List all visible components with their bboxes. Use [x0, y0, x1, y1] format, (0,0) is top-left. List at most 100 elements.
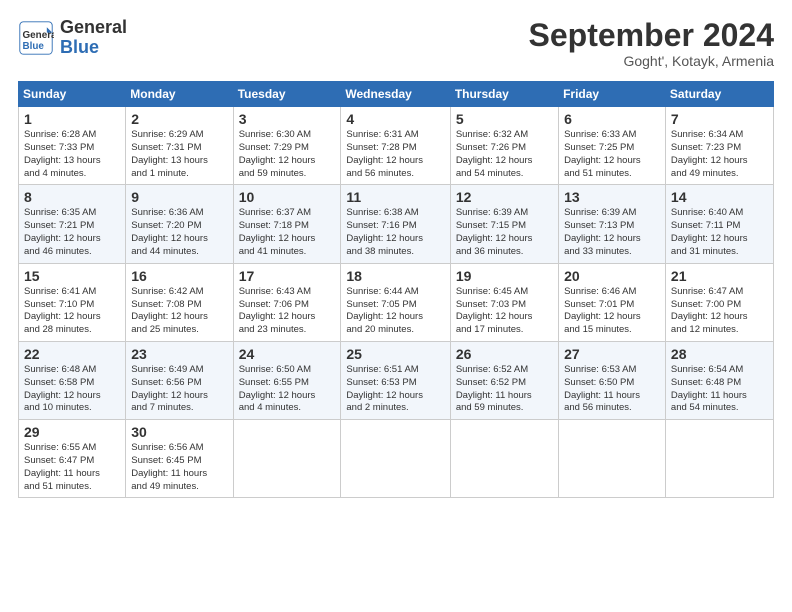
day-info: Sunrise: 6:36 AM Sunset: 7:20 PM Dayligh… — [131, 207, 208, 256]
calendar-cell — [665, 420, 773, 498]
calendar-cell: 19Sunrise: 6:45 AM Sunset: 7:03 PM Dayli… — [450, 263, 558, 341]
calendar-cell: 6 Sunrise: 6:33 AM Sunset: 7:25 PM Daylig… — [559, 107, 666, 185]
logo: General Blue General Blue — [18, 18, 127, 58]
logo-icon: General Blue — [18, 20, 54, 56]
day-info: Sunrise: 6:48 AM Sunset: 6:58 PM Dayligh… — [24, 364, 101, 413]
day-number: 7 — [671, 111, 768, 127]
day-number: 10 — [239, 189, 336, 205]
calendar-body: 1 Sunrise: 6:28 AM Sunset: 7:33 PM Daylig… — [19, 107, 774, 498]
location-subtitle: Goght', Kotayk, Armenia — [529, 53, 774, 69]
day-number: 24 — [239, 346, 336, 362]
page: General Blue General Blue September 2024… — [0, 0, 792, 612]
calendar-cell: 11Sunrise: 6:38 AM Sunset: 7:16 PM Dayli… — [341, 185, 450, 263]
day-info: Sunrise: 6:29 AM Sunset: 7:31 PM Dayligh… — [131, 129, 208, 178]
day-number: 17 — [239, 268, 336, 284]
calendar-cell: 3 Sunrise: 6:30 AM Sunset: 7:29 PM Daylig… — [233, 107, 341, 185]
calendar-week-row: 15Sunrise: 6:41 AM Sunset: 7:10 PM Dayli… — [19, 263, 774, 341]
calendar-week-row: 8Sunrise: 6:35 AM Sunset: 7:21 PM Daylig… — [19, 185, 774, 263]
calendar-cell: 1 Sunrise: 6:28 AM Sunset: 7:33 PM Daylig… — [19, 107, 126, 185]
day-info: Sunrise: 6:55 AM Sunset: 6:47 PM Dayligh… — [24, 442, 100, 491]
day-info: Sunrise: 6:54 AM Sunset: 6:48 PM Dayligh… — [671, 364, 747, 413]
day-info: Sunrise: 6:32 AM Sunset: 7:26 PM Dayligh… — [456, 129, 533, 178]
logo-text: General Blue — [60, 18, 127, 58]
day-info: Sunrise: 6:31 AM Sunset: 7:28 PM Dayligh… — [346, 129, 423, 178]
month-title: September 2024 — [529, 18, 774, 53]
calendar-cell: 18 Sunrise: 6:44 AM Sunset: 7:05 PM Dayli… — [341, 263, 450, 341]
calendar-cell: 2 Sunrise: 6:29 AM Sunset: 7:31 PM Daylig… — [126, 107, 233, 185]
day-info: Sunrise: 6:33 AM Sunset: 7:25 PM Dayligh… — [564, 129, 641, 178]
day-number: 25 — [346, 346, 444, 362]
day-info: Sunrise: 6:49 AM Sunset: 6:56 PM Dayligh… — [131, 364, 208, 413]
calendar-cell: 8Sunrise: 6:35 AM Sunset: 7:21 PM Daylig… — [19, 185, 126, 263]
day-info: Sunrise: 6:43 AM Sunset: 7:06 PM Dayligh… — [239, 286, 316, 335]
day-info: Sunrise: 6:56 AM Sunset: 6:45 PM Dayligh… — [131, 442, 207, 491]
logo-general-text: General — [60, 18, 127, 38]
day-number: 14 — [671, 189, 768, 205]
calendar-cell: 29 Sunrise: 6:55 AM Sunset: 6:47 PM Dayli… — [19, 420, 126, 498]
calendar-cell: 20 Sunrise: 6:46 AM Sunset: 7:01 PM Dayli… — [559, 263, 666, 341]
day-info: Sunrise: 6:30 AM Sunset: 7:29 PM Dayligh… — [239, 129, 316, 178]
day-number: 16 — [131, 268, 227, 284]
day-info: Sunrise: 6:38 AM Sunset: 7:16 PM Dayligh… — [346, 207, 423, 256]
day-number: 27 — [564, 346, 660, 362]
column-header-row: Sunday Monday Tuesday Wednesday Thursday… — [19, 82, 774, 107]
day-number: 3 — [239, 111, 336, 127]
svg-text:Blue: Blue — [23, 41, 45, 52]
day-number: 13 — [564, 189, 660, 205]
calendar-cell: 9 Sunrise: 6:36 AM Sunset: 7:20 PM Daylig… — [126, 185, 233, 263]
day-number: 18 — [346, 268, 444, 284]
day-number: 26 — [456, 346, 553, 362]
day-info: Sunrise: 6:39 AM Sunset: 7:15 PM Dayligh… — [456, 207, 533, 256]
calendar-week-row: 1 Sunrise: 6:28 AM Sunset: 7:33 PM Daylig… — [19, 107, 774, 185]
header: General Blue General Blue September 2024… — [18, 18, 774, 69]
calendar-table: Sunday Monday Tuesday Wednesday Thursday… — [18, 81, 774, 498]
day-number: 20 — [564, 268, 660, 284]
day-number: 22 — [24, 346, 120, 362]
title-block: September 2024 Goght', Kotayk, Armenia — [529, 18, 774, 69]
col-wednesday: Wednesday — [341, 82, 450, 107]
day-number: 12 — [456, 189, 553, 205]
calendar-cell: 23 Sunrise: 6:49 AM Sunset: 6:56 PM Dayli… — [126, 341, 233, 419]
calendar-cell: 30 Sunrise: 6:56 AM Sunset: 6:45 PM Dayli… — [126, 420, 233, 498]
day-number: 2 — [131, 111, 227, 127]
day-info: Sunrise: 6:39 AM Sunset: 7:13 PM Dayligh… — [564, 207, 641, 256]
day-info: Sunrise: 6:53 AM Sunset: 6:50 PM Dayligh… — [564, 364, 640, 413]
calendar-cell: 24 Sunrise: 6:50 AM Sunset: 6:55 PM Dayli… — [233, 341, 341, 419]
day-info: Sunrise: 6:50 AM Sunset: 6:55 PM Dayligh… — [239, 364, 316, 413]
calendar-cell — [450, 420, 558, 498]
day-info: Sunrise: 6:41 AM Sunset: 7:10 PM Dayligh… — [24, 286, 101, 335]
day-number: 5 — [456, 111, 553, 127]
calendar-cell: 15Sunrise: 6:41 AM Sunset: 7:10 PM Dayli… — [19, 263, 126, 341]
day-info: Sunrise: 6:51 AM Sunset: 6:53 PM Dayligh… — [346, 364, 423, 413]
day-number: 30 — [131, 424, 227, 440]
day-number: 29 — [24, 424, 120, 440]
logo-blue-text: Blue — [60, 38, 127, 58]
calendar-cell: 22 Sunrise: 6:48 AM Sunset: 6:58 PM Dayli… — [19, 341, 126, 419]
day-number: 6 — [564, 111, 660, 127]
day-info: Sunrise: 6:44 AM Sunset: 7:05 PM Dayligh… — [346, 286, 423, 335]
col-friday: Friday — [559, 82, 666, 107]
col-monday: Monday — [126, 82, 233, 107]
col-tuesday: Tuesday — [233, 82, 341, 107]
calendar-cell: 27 Sunrise: 6:53 AM Sunset: 6:50 PM Dayli… — [559, 341, 666, 419]
day-info: Sunrise: 6:28 AM Sunset: 7:33 PM Dayligh… — [24, 129, 101, 178]
day-info: Sunrise: 6:42 AM Sunset: 7:08 PM Dayligh… — [131, 286, 208, 335]
calendar-cell: 10 Sunrise: 6:37 AM Sunset: 7:18 PM Dayli… — [233, 185, 341, 263]
calendar-cell: 13 Sunrise: 6:39 AM Sunset: 7:13 PM Dayli… — [559, 185, 666, 263]
day-info: Sunrise: 6:37 AM Sunset: 7:18 PM Dayligh… — [239, 207, 316, 256]
day-number: 4 — [346, 111, 444, 127]
day-info: Sunrise: 6:46 AM Sunset: 7:01 PM Dayligh… — [564, 286, 641, 335]
calendar-cell: 5 Sunrise: 6:32 AM Sunset: 7:26 PM Daylig… — [450, 107, 558, 185]
calendar-cell: 28Sunrise: 6:54 AM Sunset: 6:48 PM Dayli… — [665, 341, 773, 419]
calendar-cell: 21Sunrise: 6:47 AM Sunset: 7:00 PM Dayli… — [665, 263, 773, 341]
calendar-cell: 7Sunrise: 6:34 AM Sunset: 7:23 PM Daylig… — [665, 107, 773, 185]
calendar-cell: 14Sunrise: 6:40 AM Sunset: 7:11 PM Dayli… — [665, 185, 773, 263]
day-number: 21 — [671, 268, 768, 284]
day-number: 9 — [131, 189, 227, 205]
calendar-week-row: 22 Sunrise: 6:48 AM Sunset: 6:58 PM Dayli… — [19, 341, 774, 419]
day-number: 23 — [131, 346, 227, 362]
calendar-cell — [559, 420, 666, 498]
day-number: 19 — [456, 268, 553, 284]
day-number: 1 — [24, 111, 120, 127]
calendar-cell: 17 Sunrise: 6:43 AM Sunset: 7:06 PM Dayli… — [233, 263, 341, 341]
